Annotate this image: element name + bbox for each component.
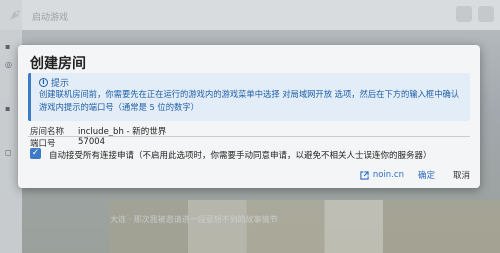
create-room-dialog: 创建房间 i 提示 创建联机房间前，你需要先在正在运行的游戏内的游戏菜单中选择 … <box>18 45 480 188</box>
auto-accept-label: 自动接受所有连接申请（不启用此选项时，你需要手动同意申请，以避免不相关人士误连你… <box>49 151 432 161</box>
window-controls <box>456 6 494 22</box>
external-link-icon <box>360 170 369 180</box>
noin-link-button[interactable]: noin.cn <box>360 170 404 180</box>
background-footer-text: 大连 · 那次我被邀请进一段意想不到的故事情节 <box>110 215 278 224</box>
noin-link-label: noin.cn <box>372 170 404 180</box>
sidebar-item-network[interactable]: ◎ <box>5 60 17 70</box>
game-scene-backdrop <box>110 200 500 253</box>
auto-accept-checkbox[interactable]: ✓ <box>30 148 41 159</box>
minimize-button[interactable] <box>456 6 472 22</box>
ok-button[interactable]: 确定 <box>418 169 435 181</box>
cancel-button[interactable]: 取消 <box>453 169 470 181</box>
dialog-footer: noin.cn 确定 取消 <box>360 169 470 181</box>
port-field[interactable]: 57004 <box>78 137 105 147</box>
hint-box: i 提示 创建联机房间前，你需要先在正在运行的游戏内的游戏菜单中选择 对局域网开… <box>28 73 470 121</box>
hint-text: 创建联机房间前，你需要先在正在运行的游戏内的游戏菜单中选择 对局域网开放 选项，… <box>39 89 460 112</box>
app-title: 启动游戏 <box>32 13 69 23</box>
sidebar-item-help[interactable]: ▪ <box>5 104 17 114</box>
info-icon: i <box>39 78 48 87</box>
sidebar-item-feedback[interactable]: ◻ <box>5 148 17 158</box>
sidebar-item-room[interactable]: ▪ <box>5 42 17 52</box>
dialog-title: 创建房间 <box>30 56 86 72</box>
title-bar: 启动游戏 <box>0 0 500 30</box>
close-window-button[interactable] <box>478 6 494 22</box>
